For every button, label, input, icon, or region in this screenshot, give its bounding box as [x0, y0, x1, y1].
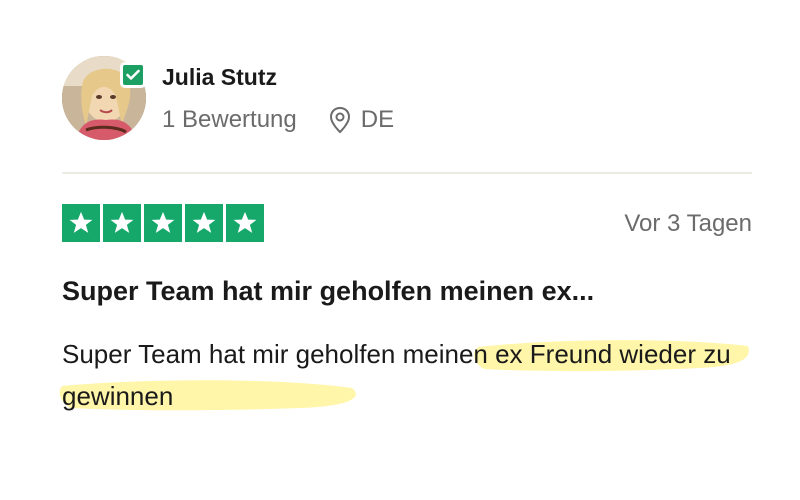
reviewer-name[interactable]: Julia Stutz: [162, 64, 277, 91]
star-rating: [62, 204, 267, 242]
location-pin-icon: [329, 106, 350, 134]
star-icon: [103, 204, 141, 242]
review-count: 1 Bewertung: [162, 106, 297, 133]
divider: [62, 172, 752, 174]
review-date: Vor 3 Tagen: [624, 210, 752, 237]
star-icon: [62, 204, 100, 242]
reviewer-location: DE: [329, 106, 394, 134]
check-icon: [126, 69, 140, 80]
star-icon: [226, 204, 264, 242]
reviewer-meta: 1 Bewertung DE: [162, 106, 394, 134]
verified-badge: [120, 62, 146, 88]
star-icon: [185, 204, 223, 242]
reviewer-header: Julia Stutz 1 Bewertung DE: [62, 56, 752, 146]
country-code: DE: [360, 106, 395, 133]
star-icon: [144, 204, 182, 242]
review-body: Super Team hat mir geholfen meinen ex Fr…: [62, 339, 731, 411]
review-title[interactable]: Super Team hat mir geholfen meinen ex...: [62, 276, 752, 307]
